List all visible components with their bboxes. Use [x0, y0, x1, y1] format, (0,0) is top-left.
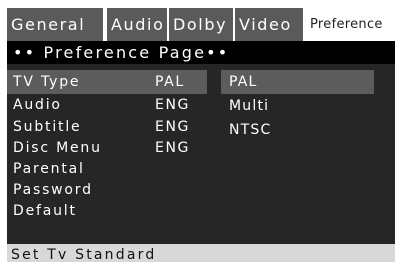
tab-bar: General Audio Dolby Video Preference [7, 8, 395, 41]
menu-item-subtitle[interactable]: Subtitle [13, 117, 81, 137]
menu-value-disc-menu: ENG [155, 140, 190, 156]
menu-item-default[interactable]: Default [13, 201, 77, 221]
tab-video-label: Video [239, 15, 292, 34]
menu-value-tv-type: PAL [155, 74, 185, 90]
option-pal[interactable]: PAL [229, 72, 258, 92]
menu-item-disc-menu[interactable]: Disc Menu [13, 138, 102, 158]
tab-dolby-label: Dolby [173, 15, 228, 34]
tab-audio-label: Audio [111, 15, 165, 34]
menu-item-tv-type[interactable]: TV Type [13, 72, 80, 92]
menu-item-password[interactable]: Password [13, 180, 93, 200]
option-ntsc[interactable]: NTSC [229, 120, 272, 140]
tab-general-label: General [11, 15, 86, 34]
page-title: •• Preference Page•• [7, 41, 395, 64]
status-bar: Set Tv Standard [7, 244, 395, 262]
tab-preference[interactable]: Preference [305, 8, 395, 41]
menu-value-subtitle: ENG [155, 119, 190, 135]
menu-item-audio[interactable]: Audio [13, 95, 62, 115]
tab-video[interactable]: Video [235, 8, 303, 41]
settings-panel: •• Preference Page•• TV Type PAL Audio E… [7, 41, 395, 244]
tab-audio[interactable]: Audio [107, 8, 167, 41]
tab-general[interactable]: General [7, 8, 103, 41]
menu-value-audio: ENG [155, 97, 190, 113]
option-multi[interactable]: Multi [229, 96, 269, 116]
menu-item-parental[interactable]: Parental [13, 159, 85, 179]
tab-dolby[interactable]: Dolby [169, 8, 233, 41]
tab-preference-label: Preference [310, 17, 383, 32]
